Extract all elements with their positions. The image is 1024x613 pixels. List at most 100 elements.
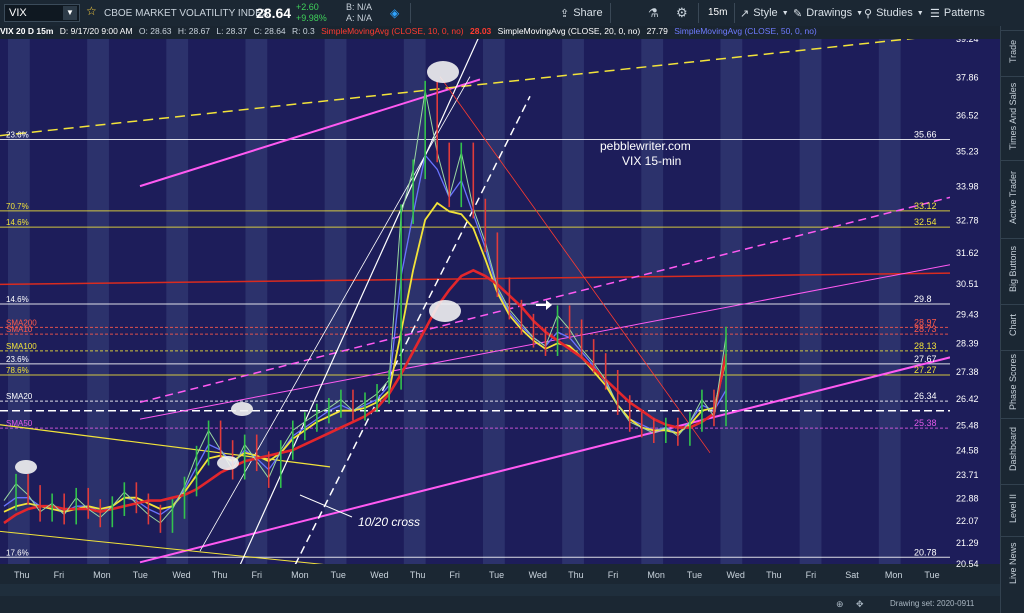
share-button[interactable]: ⇪ Share bbox=[560, 4, 603, 22]
sidebar-tab-chart[interactable]: Chart bbox=[1001, 304, 1024, 345]
y-tick-label: 28.39 bbox=[956, 339, 979, 349]
sidebar-tab-times-and-sales[interactable]: Times And Sales bbox=[1001, 76, 1024, 155]
bar-open: O: 28.63 bbox=[138, 26, 172, 36]
x-tick-label: Thu bbox=[568, 570, 584, 580]
x-tick-label: Fri bbox=[54, 570, 64, 580]
right-sidebar: Trade Times And Sales Active Trader Big But… bbox=[1000, 26, 1024, 613]
x-tick-label: Tue bbox=[687, 570, 702, 580]
level-label: SMA10 bbox=[6, 325, 33, 334]
top-toolbar: VIX ▼ ☆ CBOE MARKET VOLATILITY INDEX 28.… bbox=[0, 0, 1024, 27]
patterns-icon: ☰ bbox=[930, 7, 940, 20]
studies-icon: ⚲ bbox=[864, 7, 873, 20]
x-tick-label: Mon bbox=[291, 570, 309, 580]
session-band bbox=[799, 39, 822, 564]
status-footer: ⊕ ✥ Drawing set: 2020-0911 bbox=[0, 596, 1000, 613]
cross-annotation-label: 10/20 cross bbox=[358, 515, 420, 529]
level-price-label: 32.54 bbox=[914, 217, 937, 227]
share-label: Share bbox=[573, 7, 603, 19]
flask-icon[interactable]: ⚗ bbox=[648, 6, 659, 20]
x-tick-label: Tue bbox=[133, 570, 148, 580]
study-sma10-label[interactable]: SimpleMovingAvg (CLOSE, 10, 0, no) bbox=[321, 26, 464, 36]
level-price-label: 33.12 bbox=[914, 201, 937, 211]
y-tick-label: 20.54 bbox=[956, 559, 979, 569]
level-label: 14.6% bbox=[6, 218, 29, 227]
y-tick-label: 29.43 bbox=[956, 309, 979, 319]
interval-selector[interactable]: 15m bbox=[708, 7, 727, 18]
link-icon[interactable]: ◈ bbox=[390, 6, 399, 20]
favorite-star-icon[interactable]: ☆ bbox=[86, 4, 97, 18]
session-band bbox=[87, 39, 109, 564]
instrument-name: CBOE MARKET VOLATILITY INDEX bbox=[104, 8, 269, 19]
level-label: 78.6% bbox=[6, 366, 29, 375]
sidebar-tab-level-ii[interactable]: Level II bbox=[1001, 484, 1024, 531]
sidebar-tab-big-buttons[interactable]: Big Buttons bbox=[1001, 238, 1024, 299]
pan-icon[interactable]: ✥ bbox=[856, 599, 864, 610]
level-price-label: 27.27 bbox=[914, 365, 937, 375]
session-band bbox=[641, 39, 664, 564]
level-label: 23.6% bbox=[6, 131, 29, 140]
x-tick-label: Fri bbox=[252, 570, 263, 580]
y-tick-label: 37.86 bbox=[956, 73, 979, 83]
studies-button[interactable]: ⚲ Studies ▼ bbox=[864, 4, 924, 22]
x-tick-label: Tue bbox=[489, 570, 504, 580]
x-tick-label: Mon bbox=[647, 570, 665, 580]
y-tick-label: 36.52 bbox=[956, 110, 979, 120]
highlight-marker bbox=[427, 61, 459, 83]
symbol-value: VIX bbox=[9, 7, 27, 19]
y-tick-label: 22.88 bbox=[956, 493, 979, 503]
session-band bbox=[245, 39, 268, 564]
y-tick-label: 35.23 bbox=[956, 147, 979, 157]
sidebar-tab-dashboard[interactable]: Dashboard bbox=[1001, 418, 1024, 479]
study-sma50-label[interactable]: SimpleMovingAvg (CLOSE, 50, 0, no) bbox=[674, 26, 817, 36]
level-label: 17.6% bbox=[6, 548, 29, 557]
percent-change: +9.98% bbox=[296, 13, 327, 23]
level-label: 14.6% bbox=[6, 295, 29, 304]
chevron-down-icon[interactable]: ▼ bbox=[63, 6, 77, 20]
y-tick-label: 39.24 bbox=[956, 39, 979, 44]
level-price-label: 35.66 bbox=[914, 130, 937, 140]
bar-close: C: 28.64 bbox=[253, 26, 286, 36]
chart-title: VIX 20 D 15m bbox=[0, 26, 54, 36]
session-band bbox=[562, 39, 584, 564]
patterns-button[interactable]: ☰ Patterns bbox=[930, 4, 985, 22]
y-tick-label: 26.42 bbox=[956, 394, 979, 404]
net-change: +2.60 bbox=[296, 2, 319, 12]
price-chart[interactable]: 23.6% 70.7% 14.6% 14.6% SMA200 SMA10 SMA100 23.… bbox=[0, 33, 1000, 584]
symbol-input[interactable]: VIX ▼ bbox=[4, 4, 80, 22]
style-button[interactable]: ↗ Style ▼ bbox=[740, 4, 789, 22]
level-label: SMA100 bbox=[6, 342, 37, 351]
ask-price: A: N/A bbox=[346, 13, 373, 23]
level-price-label: 27.67 bbox=[914, 354, 937, 364]
sidebar-tab-live-news[interactable]: Live News bbox=[1001, 536, 1024, 589]
x-tick-label: Wed bbox=[370, 570, 388, 580]
style-label: Style bbox=[753, 7, 778, 19]
level-price-label: 25.38 bbox=[914, 418, 937, 428]
watermark-line1: pebblewriter.com bbox=[600, 139, 691, 153]
level-label: 23.6% bbox=[6, 355, 29, 364]
watermark-line2: VIX 15-min bbox=[622, 154, 681, 168]
y-tick-label: 24.58 bbox=[956, 446, 979, 456]
bar-low: L: 28.37 bbox=[216, 26, 248, 36]
sidebar-tab-phase-scores[interactable]: Phase Scores bbox=[1001, 350, 1024, 413]
magnifier-icon[interactable]: ⊕ bbox=[836, 599, 844, 610]
drawings-button[interactable]: ✎ Drawings ▼ bbox=[793, 4, 863, 22]
x-tick-label: Tue bbox=[331, 570, 346, 580]
highlight-marker bbox=[231, 402, 253, 416]
bid-price: B: N/A bbox=[346, 2, 373, 12]
level-price-label: 28.13 bbox=[914, 341, 937, 351]
chart-canvas[interactable]: 23.6%70.7%14.6%14.6%SMA200SMA10SMA10023.… bbox=[0, 33, 1000, 584]
drawing-set-label[interactable]: Drawing set: 2020-0911 bbox=[890, 599, 974, 608]
session-band bbox=[878, 39, 901, 564]
x-tick-label: Thu bbox=[766, 570, 782, 580]
study-sma20-label[interactable]: SimpleMovingAvg (CLOSE, 20, 0, no) bbox=[498, 26, 641, 36]
x-tick-label: Tue bbox=[924, 570, 939, 580]
gear-icon[interactable]: ⚙ bbox=[676, 5, 688, 21]
sidebar-tab-active-trader[interactable]: Active Trader bbox=[1001, 160, 1024, 233]
sidebar-tab-trade[interactable]: Trade bbox=[1001, 30, 1024, 71]
x-tick-label: Fri bbox=[608, 570, 619, 580]
y-tick-label: 22.07 bbox=[956, 516, 979, 526]
y-tick-label: 23.71 bbox=[956, 470, 979, 480]
share-icon: ⇪ bbox=[560, 7, 570, 20]
session-band bbox=[324, 39, 347, 564]
y-tick-label: 31.62 bbox=[956, 248, 979, 258]
